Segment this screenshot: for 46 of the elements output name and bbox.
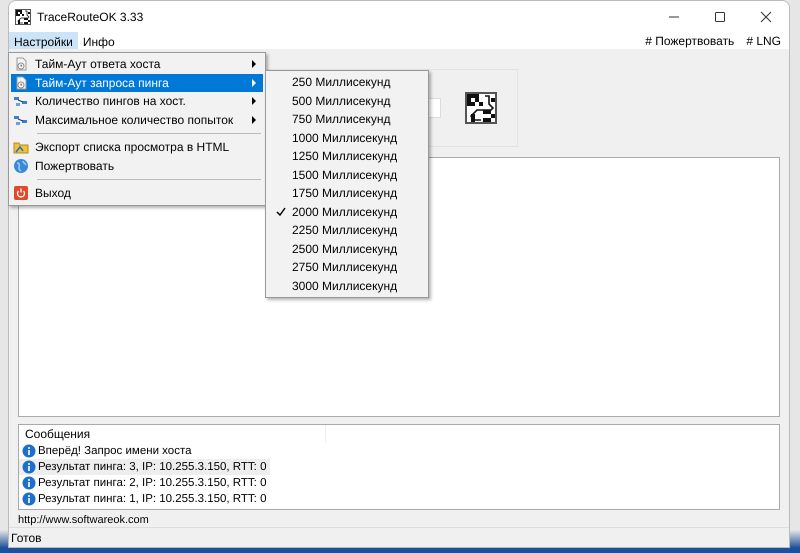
menu-item[interactable]: Тайм-Аут запроса пинга xyxy=(11,74,263,92)
info-icon xyxy=(22,476,36,490)
submenu-item[interactable]: 2750 Миллисекунд xyxy=(266,258,428,276)
menu-link[interactable]: # Пожертвовать xyxy=(645,34,734,48)
info-icon xyxy=(22,460,36,474)
menu-item[interactable]: Тайм-Аут ответа хоста xyxy=(11,55,263,74)
submenu-item[interactable]: 2250 Миллисекунд xyxy=(266,221,428,240)
submenu-arrow-icon xyxy=(251,116,257,124)
menu-item[interactable]: Выход xyxy=(11,184,263,202)
message-row[interactable]: Результат пинга: 2, IP: 10.255.3.150, RTT: 0 xyxy=(19,475,270,491)
submenu-item[interactable]: 250 Миллисекунд xyxy=(266,73,428,92)
submenu-arrow-icon xyxy=(251,97,257,106)
submenu-item[interactable]: 3000 Миллисекунд xyxy=(266,276,428,295)
menu-item[interactable]: Максимальное количество попыток xyxy=(11,110,263,129)
message-row[interactable]: Результат пинга: 1, IP: 10.255.3.150, RTT: 0 xyxy=(19,491,270,507)
info-icon xyxy=(22,444,36,458)
submenu-item[interactable]: 1000 Миллисекунд xyxy=(266,128,428,147)
submenu-item[interactable]: 1250 Миллисекунд xyxy=(266,147,428,166)
website-url[interactable]: http://www.softwareok.com xyxy=(18,510,780,527)
submenu-item[interactable]: 1750 Миллисекунд xyxy=(266,184,428,202)
menu-link[interactable]: # LNG xyxy=(746,34,781,48)
submenu-item[interactable]: 750 Миллисекунд xyxy=(266,110,428,128)
info-icon xyxy=(22,492,36,506)
globe-icon xyxy=(13,158,29,174)
submenu-arrow-icon xyxy=(251,78,257,87)
submenu-item[interactable]: 500 Миллисекунд xyxy=(266,92,428,110)
menu-item[interactable]: Пожертвовать xyxy=(11,156,263,175)
grid-logo-icon xyxy=(465,92,497,124)
message-row[interactable]: Результат пинга: 3, IP: 10.255.3.150, RTT: 0 xyxy=(19,459,270,475)
submenu-item[interactable]: 2500 Миллисекунд xyxy=(266,240,428,258)
menu-bar-item[interactable]: Настройки xyxy=(9,32,78,49)
status-text: Готов xyxy=(10,531,42,545)
menu-item[interactable]: Количество пингов на хост. xyxy=(11,92,263,110)
grid-logo-icon xyxy=(15,8,31,24)
close-icon xyxy=(760,10,772,22)
menu-item[interactable]: Экспорт списка просмотра в HTML xyxy=(11,138,263,156)
check-icon xyxy=(276,206,286,217)
message-row[interactable]: Вперёд! Запрос имени хоста xyxy=(19,443,256,459)
menu-bar-item[interactable]: Инфо xyxy=(78,32,120,49)
maximize-icon xyxy=(714,10,726,22)
submenu-item[interactable]: 1500 Миллисекунд xyxy=(266,166,428,184)
submenu-item[interactable]: 2000 Миллисекунд xyxy=(266,202,428,221)
window-title: TraceRouteOK 3.33 xyxy=(37,10,144,24)
power-icon xyxy=(13,185,29,202)
submenu-arrow-icon xyxy=(251,60,257,68)
column-header[interactable]: Сообщения xyxy=(19,425,326,443)
